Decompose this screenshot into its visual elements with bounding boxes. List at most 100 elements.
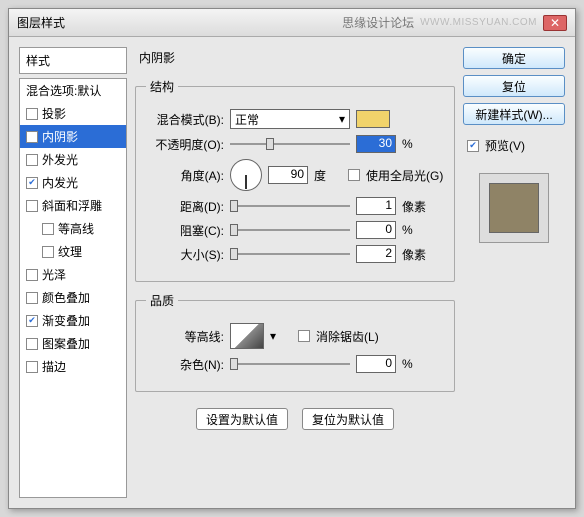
opacity-label: 不透明度(O): bbox=[146, 136, 224, 153]
style-checkbox[interactable] bbox=[26, 361, 38, 373]
style-item-5[interactable]: 等高线 bbox=[20, 217, 126, 240]
window-title: 图层样式 bbox=[17, 14, 65, 31]
opacity-field[interactable]: 30 bbox=[356, 135, 396, 153]
styles-panel: 样式 混合选项:默认 投影内阴影外发光内发光斜面和浮雕等高线纹理光泽颜色叠加渐变… bbox=[19, 47, 127, 498]
contour-picker[interactable] bbox=[230, 323, 264, 349]
style-item-10[interactable]: 图案叠加 bbox=[20, 332, 126, 355]
noise-label: 杂色(N): bbox=[146, 356, 224, 373]
style-item-7[interactable]: 光泽 bbox=[20, 263, 126, 286]
size-field[interactable]: 2 bbox=[356, 245, 396, 263]
use-global-light-label: 使用全局光(G) bbox=[366, 167, 443, 184]
ok-button[interactable]: 确定 bbox=[463, 47, 565, 69]
titlebar[interactable]: 图层样式 思缘设计论坛 WWW.MISSYUAN.COM ✕ bbox=[9, 9, 575, 37]
blend-mode-value: 正常 bbox=[235, 111, 259, 128]
style-checkbox[interactable] bbox=[26, 200, 38, 212]
style-item-label: 内发光 bbox=[42, 174, 78, 191]
right-panel: 确定 复位 新建样式(W)... 预览(V) bbox=[463, 47, 565, 498]
style-item-label: 外发光 bbox=[42, 151, 78, 168]
main-panel: 内阴影 结构 混合模式(B): 正常 ▾ 不透明度(O): 30 % bbox=[135, 47, 455, 498]
distance-label: 距离(D): bbox=[146, 198, 224, 215]
styles-header: 样式 bbox=[19, 47, 127, 74]
choke-field[interactable]: 0 bbox=[356, 221, 396, 239]
style-item-label: 等高线 bbox=[58, 220, 94, 237]
style-checkbox[interactable] bbox=[26, 315, 38, 327]
contour-label: 等高线: bbox=[146, 328, 224, 345]
style-item-label: 颜色叠加 bbox=[42, 289, 90, 306]
distance-slider[interactable] bbox=[230, 197, 350, 215]
blending-options-label: 混合选项:默认 bbox=[26, 82, 101, 99]
style-item-label: 光泽 bbox=[42, 266, 66, 283]
blending-options-row[interactable]: 混合选项:默认 bbox=[20, 79, 126, 102]
style-item-label: 描边 bbox=[42, 358, 66, 375]
angle-label: 角度(A): bbox=[146, 167, 224, 184]
preview-label: 预览(V) bbox=[485, 137, 525, 154]
preview-swatch bbox=[489, 183, 539, 233]
style-checkbox[interactable] bbox=[26, 108, 38, 120]
effect-title: 内阴影 bbox=[139, 49, 455, 66]
style-checkbox[interactable] bbox=[26, 338, 38, 350]
style-item-0[interactable]: 投影 bbox=[20, 102, 126, 125]
style-checkbox[interactable] bbox=[26, 131, 38, 143]
style-item-label: 斜面和浮雕 bbox=[42, 197, 102, 214]
layer-style-dialog: 图层样式 思缘设计论坛 WWW.MISSYUAN.COM ✕ 样式 混合选项:默… bbox=[8, 8, 576, 509]
color-swatch[interactable] bbox=[356, 110, 390, 128]
preview-checkbox[interactable] bbox=[467, 140, 479, 152]
style-item-8[interactable]: 颜色叠加 bbox=[20, 286, 126, 309]
antialias-checkbox[interactable] bbox=[298, 330, 310, 342]
close-icon: ✕ bbox=[550, 16, 560, 30]
noise-unit: % bbox=[402, 357, 430, 371]
distance-unit: 像素 bbox=[402, 198, 430, 215]
style-checkbox[interactable] bbox=[42, 223, 54, 235]
watermark: WWW.MISSYUAN.COM bbox=[420, 17, 537, 28]
style-item-label: 纹理 bbox=[58, 243, 82, 260]
style-checkbox[interactable] bbox=[26, 292, 38, 304]
style-item-label: 投影 bbox=[42, 105, 66, 122]
style-item-1[interactable]: 内阴影 bbox=[20, 125, 126, 148]
size-slider[interactable] bbox=[230, 245, 350, 263]
style-item-2[interactable]: 外发光 bbox=[20, 148, 126, 171]
choke-label: 阻塞(C): bbox=[146, 222, 224, 239]
style-checkbox[interactable] bbox=[26, 154, 38, 166]
blend-mode-label: 混合模式(B): bbox=[146, 111, 224, 128]
style-checkbox[interactable] bbox=[42, 246, 54, 258]
use-global-light-checkbox[interactable] bbox=[348, 169, 360, 181]
style-item-6[interactable]: 纹理 bbox=[20, 240, 126, 263]
blend-mode-select[interactable]: 正常 ▾ bbox=[230, 109, 350, 129]
style-checkbox[interactable] bbox=[26, 269, 38, 281]
structure-legend: 结构 bbox=[146, 78, 178, 95]
choke-unit: % bbox=[402, 223, 430, 237]
angle-field[interactable]: 90 bbox=[268, 166, 308, 184]
opacity-unit: % bbox=[402, 137, 430, 151]
preview-thumbnail bbox=[479, 173, 549, 243]
new-style-button[interactable]: 新建样式(W)... bbox=[463, 103, 565, 125]
style-item-4[interactable]: 斜面和浮雕 bbox=[20, 194, 126, 217]
choke-slider[interactable] bbox=[230, 221, 350, 239]
style-item-11[interactable]: 描边 bbox=[20, 355, 126, 378]
set-default-button[interactable]: 设置为默认值 bbox=[196, 408, 288, 430]
style-item-label: 渐变叠加 bbox=[42, 312, 90, 329]
chevron-down-icon: ▾ bbox=[270, 329, 276, 343]
distance-field[interactable]: 1 bbox=[356, 197, 396, 215]
noise-slider[interactable] bbox=[230, 355, 350, 373]
style-item-label: 图案叠加 bbox=[42, 335, 90, 352]
reset-default-button[interactable]: 复位为默认值 bbox=[302, 408, 394, 430]
style-item-label: 内阴影 bbox=[42, 128, 78, 145]
close-button[interactable]: ✕ bbox=[543, 15, 567, 31]
antialias-label: 消除锯齿(L) bbox=[316, 328, 379, 345]
size-unit: 像素 bbox=[402, 246, 430, 263]
quality-legend: 品质 bbox=[146, 292, 178, 309]
chevron-down-icon: ▾ bbox=[339, 112, 345, 126]
cancel-button[interactable]: 复位 bbox=[463, 75, 565, 97]
structure-group: 结构 混合模式(B): 正常 ▾ 不透明度(O): 30 % 角度( bbox=[135, 78, 455, 282]
opacity-slider[interactable] bbox=[230, 135, 350, 153]
noise-field[interactable]: 0 bbox=[356, 355, 396, 373]
styles-list: 混合选项:默认 投影内阴影外发光内发光斜面和浮雕等高线纹理光泽颜色叠加渐变叠加图… bbox=[19, 78, 127, 498]
angle-dial[interactable] bbox=[230, 159, 262, 191]
forum-text: 思缘设计论坛 bbox=[342, 14, 414, 31]
style-item-9[interactable]: 渐变叠加 bbox=[20, 309, 126, 332]
angle-unit: 度 bbox=[314, 167, 342, 184]
size-label: 大小(S): bbox=[146, 246, 224, 263]
style-item-3[interactable]: 内发光 bbox=[20, 171, 126, 194]
quality-group: 品质 等高线: ▾ 消除锯齿(L) 杂色(N): 0 % bbox=[135, 292, 455, 392]
style-checkbox[interactable] bbox=[26, 177, 38, 189]
